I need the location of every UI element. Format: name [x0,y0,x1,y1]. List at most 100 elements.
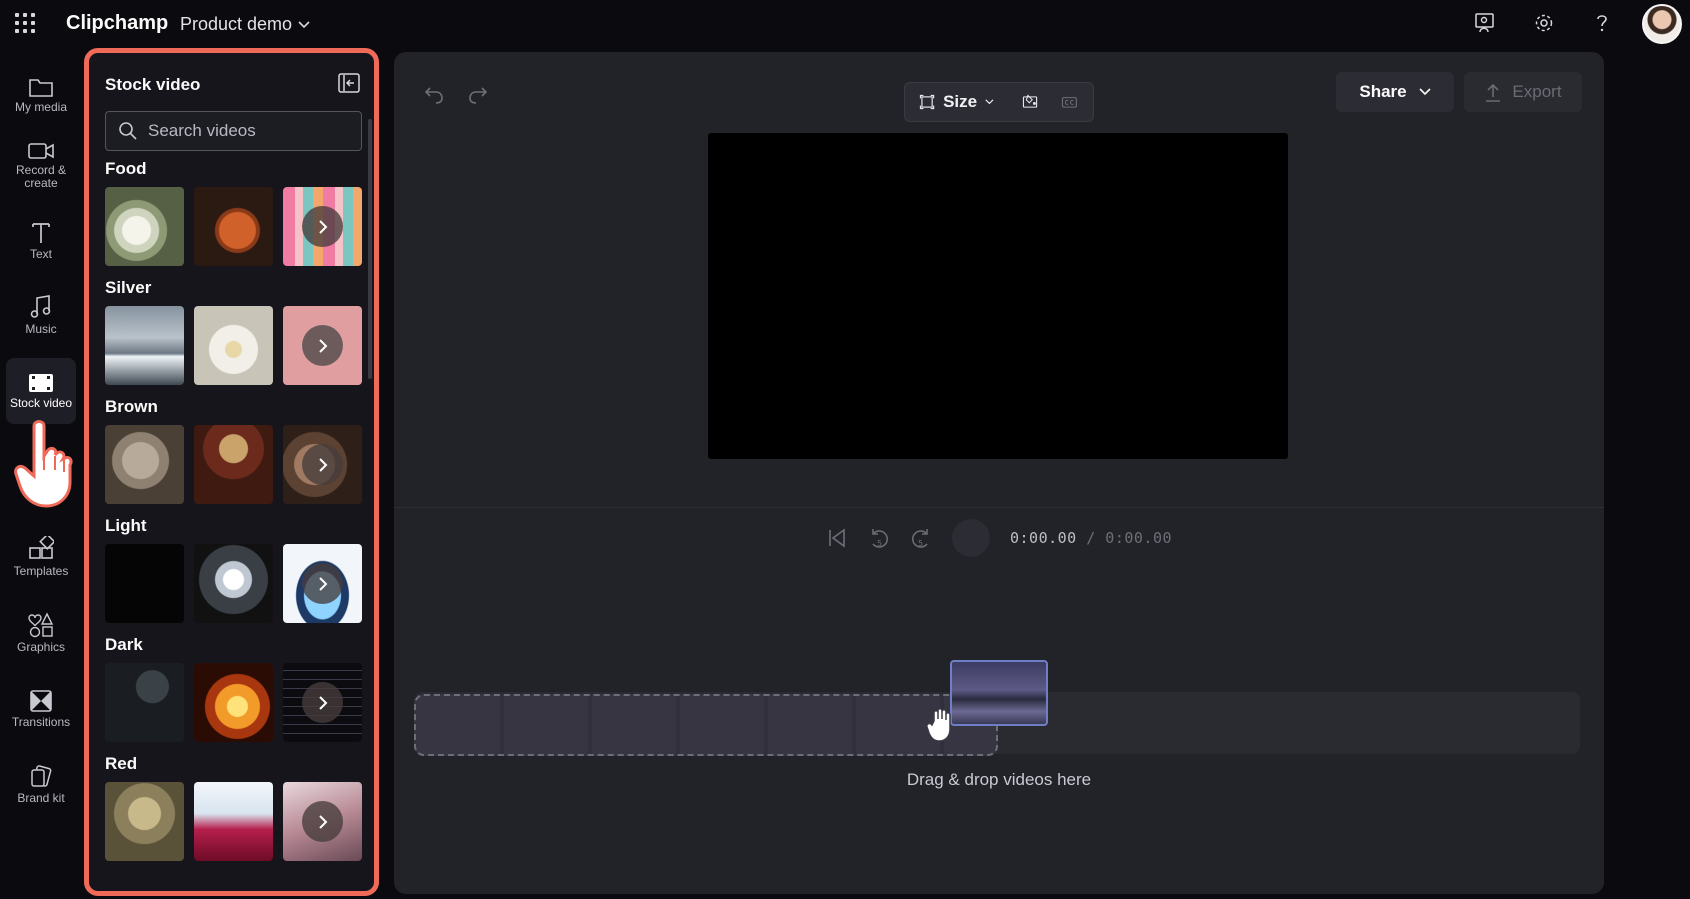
video-thumbnail[interactable] [105,187,184,266]
pointer-hand-icon [14,420,73,508]
category-dark: Dark [105,635,362,742]
undo-icon[interactable] [422,82,446,106]
text-icon [32,223,50,243]
rail-item-brand-kit[interactable]: Brand kit [6,752,76,818]
rail-label: Templates [13,564,69,578]
category-title: Food [105,159,147,178]
category-title: Red [105,754,138,773]
rail-item-text[interactable]: Text [6,208,76,274]
rail-item-record-create[interactable]: Record & create [6,132,76,198]
video-thumbnail[interactable] [194,187,273,266]
rail-label: Graphics [16,640,66,654]
rail-item-templates[interactable]: Templates [6,524,76,590]
app-launcher-icon[interactable] [14,12,36,34]
avatar[interactable] [1642,4,1682,44]
see-more-button[interactable] [302,801,343,842]
film-icon [29,374,53,392]
rail-label: Transitions [11,715,71,729]
video-thumbnail[interactable] [283,782,362,861]
video-thumbnail[interactable] [194,425,273,504]
project-name-menu[interactable]: Product demo [180,14,310,35]
collapse-panel-icon[interactable] [338,73,360,93]
search-icon [119,122,137,140]
rail-item-transitions[interactable]: Transitions [6,676,76,742]
redo-icon[interactable] [466,82,490,106]
dragged-video-clip[interactable] [950,660,1048,726]
video-thumbnail[interactable] [283,187,362,266]
help-icon[interactable] [1589,10,1615,36]
rewind-5-icon[interactable]: 5 [868,526,890,550]
scrollbar[interactable] [368,119,372,379]
category-silver: Silver [105,278,362,385]
see-more-button[interactable] [302,444,343,485]
top-bar: Clipchamp Product demo [0,0,1690,48]
skip-to-start-icon[interactable] [826,527,848,549]
shapes-icon [28,612,54,638]
see-more-button[interactable] [302,563,343,604]
svg-text:5: 5 [918,539,923,548]
chevron-down-icon [1419,88,1431,96]
drop-hint: Drag & drop videos here [906,770,1092,789]
editor-main: Size Share Export 5 5 0:00.00 / 0:00.00 … [394,52,1604,894]
rail-label: Brand kit [17,791,65,805]
timeline-drop-zone[interactable] [414,694,998,756]
video-thumbnail[interactable] [283,544,362,623]
background-color-icon[interactable] [1022,91,1040,113]
forward-5-icon[interactable]: 5 [910,526,932,550]
rail-item-graphics[interactable]: Graphics [6,600,76,666]
rail-item-stock-video[interactable]: Stock video [6,358,76,424]
see-more-button[interactable] [302,325,343,366]
rail-label: Stock video [9,396,73,410]
see-more-button[interactable] [302,206,343,247]
video-thumbnail[interactable] [194,544,273,623]
video-thumbnail[interactable] [283,425,362,504]
see-more-button[interactable] [302,682,343,723]
video-thumbnail[interactable] [105,782,184,861]
category-title: Dark [105,635,143,654]
search-input[interactable] [148,121,348,141]
stock-video-panel: Stock video Food Silver Brown [84,48,379,896]
rail-label: Record & create [15,162,67,190]
category-food: Food [105,159,362,266]
captions-icon[interactable] [1061,91,1079,113]
category-title: Light [105,516,147,535]
playback-controls: 5 5 0:00.00 / 0:00.00 [394,508,1604,568]
preview-area: Size Share Export [394,52,1604,508]
project-name: Product demo [180,14,293,34]
chevron-right-icon [318,338,327,353]
music-note-icon [30,295,51,318]
templates-icon [29,536,54,559]
category-title: Brown [105,397,158,416]
video-thumbnail[interactable] [105,544,184,623]
rail-label: My media [14,100,67,114]
video-thumbnail[interactable] [105,425,184,504]
video-thumbnail[interactable] [194,306,273,385]
category-brown: Brown [105,397,362,504]
video-preview-canvas[interactable] [708,133,1288,459]
share-button[interactable]: Share [1336,72,1454,112]
share-label: Share [1359,82,1407,101]
video-thumbnail[interactable] [194,782,273,861]
rail-item-my-media[interactable]: My media [6,62,76,128]
size-button[interactable]: Size [943,92,977,112]
feedback-icon[interactable] [1472,10,1498,36]
video-thumbnail[interactable] [105,663,184,742]
brand-kit-icon [31,765,52,787]
preview-toolbar: Size [904,82,1094,122]
play-button[interactable] [951,519,990,557]
category-title: Silver [105,278,152,297]
category-light: Light [105,516,362,623]
chevron-right-icon [318,576,327,591]
rail-item-music[interactable]: Music [6,282,76,348]
export-button[interactable]: Export [1464,72,1582,112]
gear-icon[interactable] [1531,10,1557,36]
video-thumbnail[interactable] [105,306,184,385]
video-thumbnail[interactable] [194,663,273,742]
chevron-down-icon [985,99,994,105]
total-time: / 0:00.00 [1086,529,1173,547]
rail-label: Music [25,322,57,336]
video-thumbnail[interactable] [283,663,362,742]
video-thumbnail[interactable] [283,306,362,385]
grab-hand-icon [926,708,951,742]
search-box [105,111,362,151]
